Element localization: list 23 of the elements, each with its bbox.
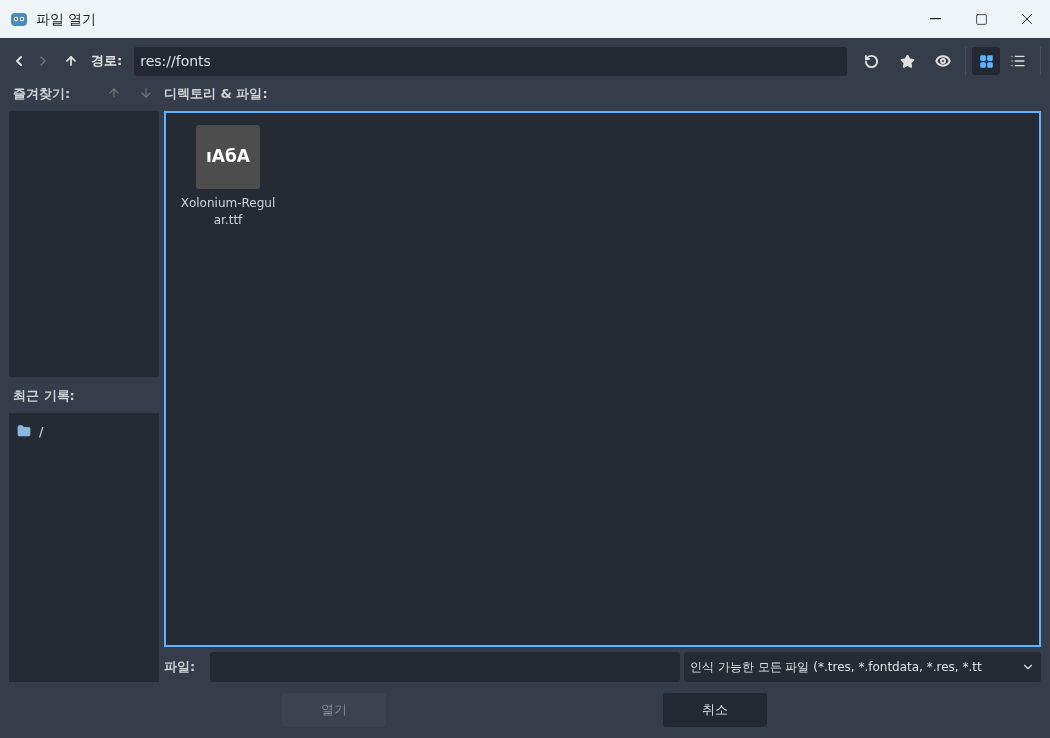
path-label: 경로: — [91, 52, 123, 71]
folder-icon — [17, 424, 31, 439]
path-field[interactable]: res://fonts — [134, 46, 847, 76]
file-name-label: 파일: — [164, 658, 197, 677]
minimize-icon — [929, 18, 941, 20]
refresh-icon — [863, 53, 879, 69]
app-logo-icon — [10, 10, 28, 28]
dialog-button[interactable]: 취소 — [663, 693, 767, 727]
favorites-label: 즐겨찾기: — [13, 84, 71, 103]
maximize-icon — [974, 12, 988, 26]
list-icon — [1010, 53, 1026, 69]
file-name-field[interactable] — [210, 652, 680, 682]
recent-item-name: / — [39, 422, 44, 441]
eye-icon — [935, 53, 951, 69]
window-title: 파일 열기 — [36, 9, 97, 29]
files-label: 디렉토리 & 파일: — [164, 84, 268, 103]
grid-view-button[interactable] — [972, 47, 1000, 75]
font-preview: ıАбА — [196, 124, 260, 189]
recent-label: 최근 기록: — [13, 386, 75, 405]
file-name[interactable]: Xolonium-Regular.ttf — [180, 194, 276, 229]
grid-icon — [978, 53, 994, 69]
file-filter-dropdown[interactable]: 인식 가능한 모든 파일 (*.tres, *.fontdata, *.res, *.tt — [684, 652, 1041, 682]
star-icon — [899, 53, 915, 69]
